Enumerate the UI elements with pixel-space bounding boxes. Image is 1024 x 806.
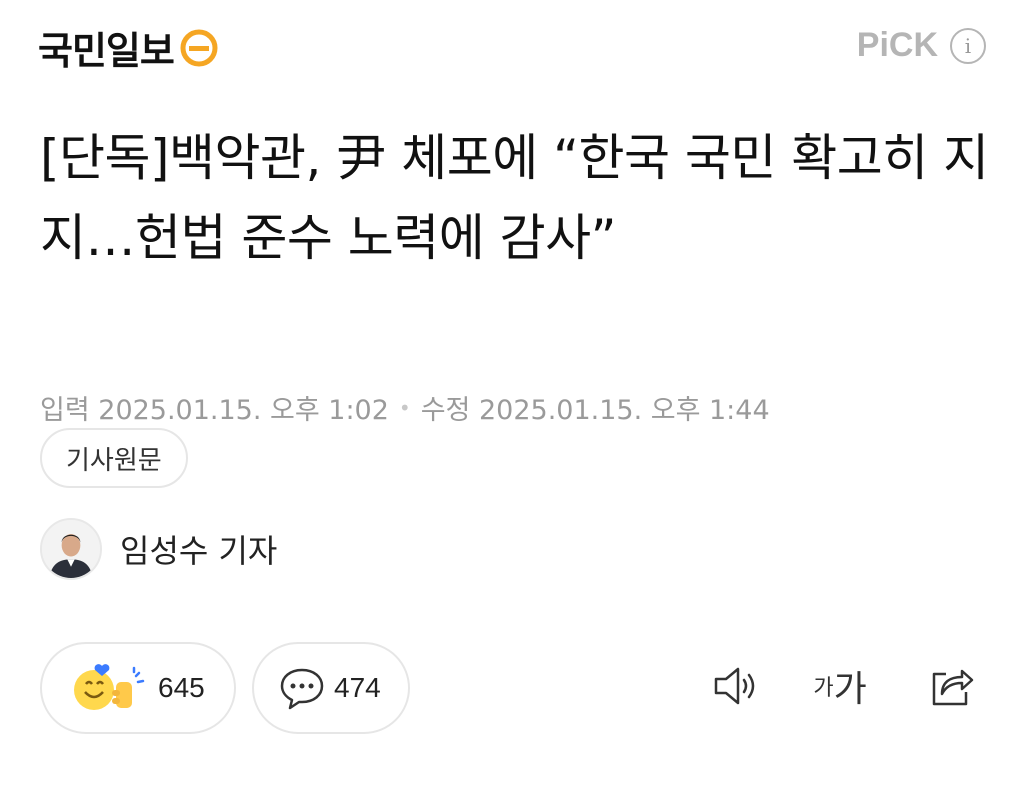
reporter-name: 임성수 기자: [120, 532, 278, 570]
read-aloud-button[interactable]: [706, 656, 766, 716]
header: 국민일보 PiCK i: [0, 0, 1024, 95]
person-photo-icon: [42, 520, 100, 578]
share-button[interactable]: [922, 656, 982, 716]
reporter-info[interactable]: 임성수 기자: [40, 518, 277, 580]
font-big-label: 가: [833, 669, 867, 710]
reaction-count: 645: [158, 672, 205, 703]
published-date: 입력 2025.01.15. 오후 1:02: [40, 395, 389, 426]
pick-badge[interactable]: PiCK i: [857, 26, 986, 65]
logo-mark-icon: [180, 29, 218, 66]
reporter-avatar: [40, 518, 102, 580]
comment-count: 474: [334, 672, 381, 703]
date-separator: •: [398, 395, 411, 420]
comment-icon: [280, 668, 324, 710]
original-article-button[interactable]: 기사원문: [40, 428, 188, 488]
font-small-label: 가: [813, 676, 834, 701]
share-icon: [932, 669, 974, 706]
info-icon[interactable]: i: [950, 27, 986, 64]
logo-text: 국민일보: [38, 29, 175, 73]
modified-date: 수정 2025.01.15. 오후 1:44: [420, 395, 770, 426]
reaction-button[interactable]: 645: [40, 642, 236, 734]
speaker-icon: [714, 667, 755, 705]
reaction-emoji-icon: [74, 664, 145, 710]
comment-button[interactable]: 474: [252, 642, 410, 734]
publisher-logo[interactable]: 국민일보: [38, 20, 218, 75]
font-size-button[interactable]: 가 가: [810, 656, 870, 716]
pick-label: PiCK: [856, 26, 938, 64]
article-headline: [단독]백악관, 尹 체포에 “한국 국민 확고히 지지…헌법 준수 노력에 감…: [40, 129, 989, 267]
article-dates: 입력 2025.01.15. 오후 1:02 • 수정 2025.01.15. …: [40, 388, 770, 427]
